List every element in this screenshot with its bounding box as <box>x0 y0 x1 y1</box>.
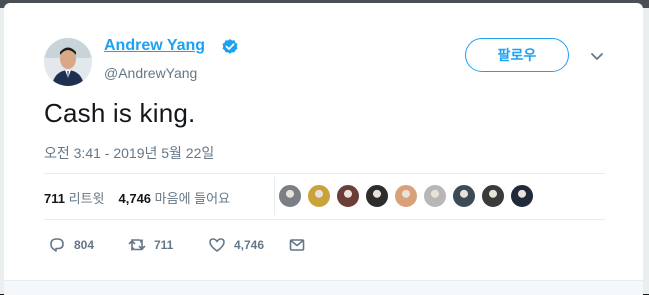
verified-badge-icon <box>222 39 238 54</box>
retweet-button[interactable]: 711 <box>128 235 173 255</box>
tweet-timestamp[interactable]: 오전 3:41 - 2019년 5월 22일 <box>44 143 214 163</box>
reply-count: 804 <box>74 238 95 252</box>
author-avatar[interactable] <box>44 38 92 86</box>
tweet-stats: 711 리트윗 4,746 마음에 들어요 <box>44 188 230 207</box>
retweet-icon <box>128 239 146 251</box>
author-handle[interactable]: @AndrewYang <box>104 65 197 81</box>
retweets-count: 711 <box>44 191 65 206</box>
liker-avatar-6[interactable] <box>423 184 447 208</box>
retweets-stat[interactable]: 711 리트윗 <box>44 191 105 206</box>
liker-avatar-1[interactable] <box>278 184 302 208</box>
likes-label: 마음에 들어요 <box>154 191 231 206</box>
chevron-down-icon[interactable] <box>589 51 605 63</box>
liker-avatar-7[interactable] <box>452 184 476 208</box>
tweet-text: Cash is king. <box>44 98 196 128</box>
retweets-label: 리트윗 <box>68 191 105 206</box>
reply-icon <box>50 238 64 252</box>
tweet-card: Andrew Yang @AndrewYang 팔로우 Cash is king… <box>4 3 643 295</box>
liker-avatar-9[interactable] <box>510 184 534 208</box>
card-footer-strip <box>4 280 643 295</box>
liker-avatar-3[interactable] <box>336 184 360 208</box>
heart-icon <box>209 238 225 252</box>
reply-button[interactable]: 804 <box>48 235 94 255</box>
divider-bottom <box>44 219 605 220</box>
avatar-photo <box>44 38 92 86</box>
liker-avatar-5[interactable] <box>394 184 418 208</box>
likes-count: 4,746 <box>118 191 152 206</box>
like-count: 4,746 <box>234 238 265 252</box>
divider-top <box>44 173 605 174</box>
retweet-count: 711 <box>154 238 174 252</box>
envelope-icon <box>289 239 305 251</box>
author-name-link[interactable]: Andrew Yang <box>104 37 205 55</box>
likes-stat[interactable]: 4,746 마음에 들어요 <box>119 191 231 206</box>
like-button[interactable]: 4,746 <box>208 235 264 255</box>
follow-button[interactable]: 팔로우 <box>465 38 569 72</box>
liker-avatar-2[interactable] <box>307 184 331 208</box>
stats-divider <box>274 177 275 215</box>
liker-avatar-8[interactable] <box>481 184 505 208</box>
direct-message-button[interactable] <box>288 235 306 255</box>
liker-avatar-4[interactable] <box>365 184 389 208</box>
